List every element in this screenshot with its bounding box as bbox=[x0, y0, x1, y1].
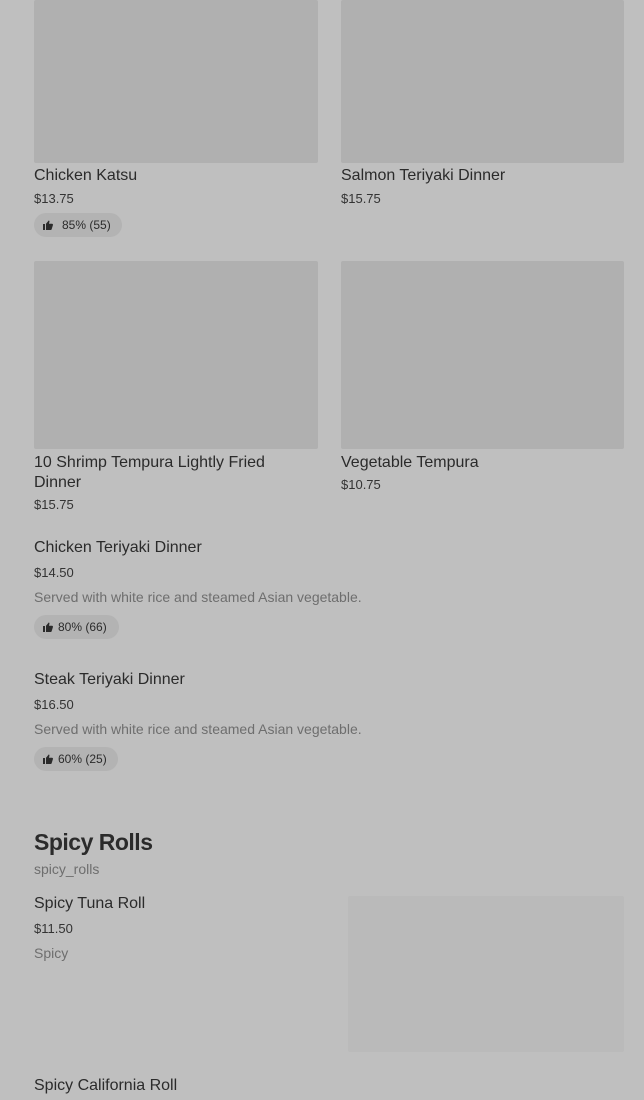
item-price: $10.75 bbox=[341, 477, 381, 492]
menu-list-item[interactable]: Spicy California Roll bbox=[34, 1076, 624, 1100]
item-name: Chicken Katsu bbox=[34, 167, 138, 184]
item-image bbox=[34, 261, 318, 449]
menu-list-item[interactable]: Chicken Teriyaki Dinner $14.50 Served wi… bbox=[34, 538, 624, 642]
menu-item-card[interactable]: Chicken Katsu $13.75 85% (55) bbox=[34, 0, 318, 240]
item-image bbox=[34, 0, 318, 163]
menu-list-item[interactable]: Spicy Tuna Roll $11.50 Spicy bbox=[34, 894, 624, 1052]
item-image bbox=[341, 0, 624, 163]
thumbs-up-icon bbox=[43, 220, 53, 230]
item-name: Steak Teriyaki Dinner bbox=[34, 671, 185, 688]
item-price: $15.75 bbox=[341, 191, 381, 206]
menu-item-card[interactable]: 10 Shrimp Tempura Lightly Fried Dinner $… bbox=[34, 261, 318, 521]
item-name: Salmon Teriyaki Dinner bbox=[341, 167, 506, 184]
item-price: $15.75 bbox=[34, 497, 74, 512]
rating-badge: 60% (25) bbox=[34, 747, 118, 771]
rating-badge: 80% (66) bbox=[34, 615, 119, 639]
menu-item-card[interactable]: Salmon Teriyaki Dinner $15.75 bbox=[341, 0, 624, 240]
item-description: Served with white rice and steamed Asian… bbox=[34, 721, 362, 737]
item-description: Spicy bbox=[34, 945, 69, 961]
item-price: $16.50 bbox=[34, 697, 74, 712]
item-name: 10 Shrimp Tempura Lightly Fried Dinner bbox=[34, 454, 265, 491]
item-name: Spicy California Roll bbox=[34, 1077, 178, 1094]
rating-text: 60% (25) bbox=[58, 752, 107, 766]
item-price: $13.75 bbox=[34, 191, 74, 206]
thumbs-up-icon bbox=[43, 754, 53, 764]
rating-text: 85% (55) bbox=[62, 218, 111, 232]
item-description: Served with white rice and steamed Asian… bbox=[34, 589, 362, 605]
menu-list-item[interactable]: Steak Teriyaki Dinner $16.50 Served with… bbox=[34, 670, 624, 774]
section-id: spicy_rolls bbox=[34, 861, 100, 877]
rating-badge: 85% (55) bbox=[34, 213, 122, 237]
item-name: Vegetable Tempura bbox=[341, 454, 479, 471]
section-title: Spicy Rolls bbox=[34, 829, 153, 855]
rating-text: 80% (66) bbox=[58, 620, 107, 634]
item-name: Spicy Tuna Roll bbox=[34, 895, 146, 912]
item-image bbox=[341, 261, 624, 449]
item-price: $14.50 bbox=[34, 565, 74, 580]
item-price: $11.50 bbox=[34, 921, 73, 936]
item-image bbox=[348, 896, 624, 1052]
menu-item-card[interactable]: Vegetable Tempura $10.75 bbox=[341, 261, 624, 501]
item-name: Chicken Teriyaki Dinner bbox=[34, 539, 202, 556]
thumbs-up-icon bbox=[43, 622, 53, 632]
